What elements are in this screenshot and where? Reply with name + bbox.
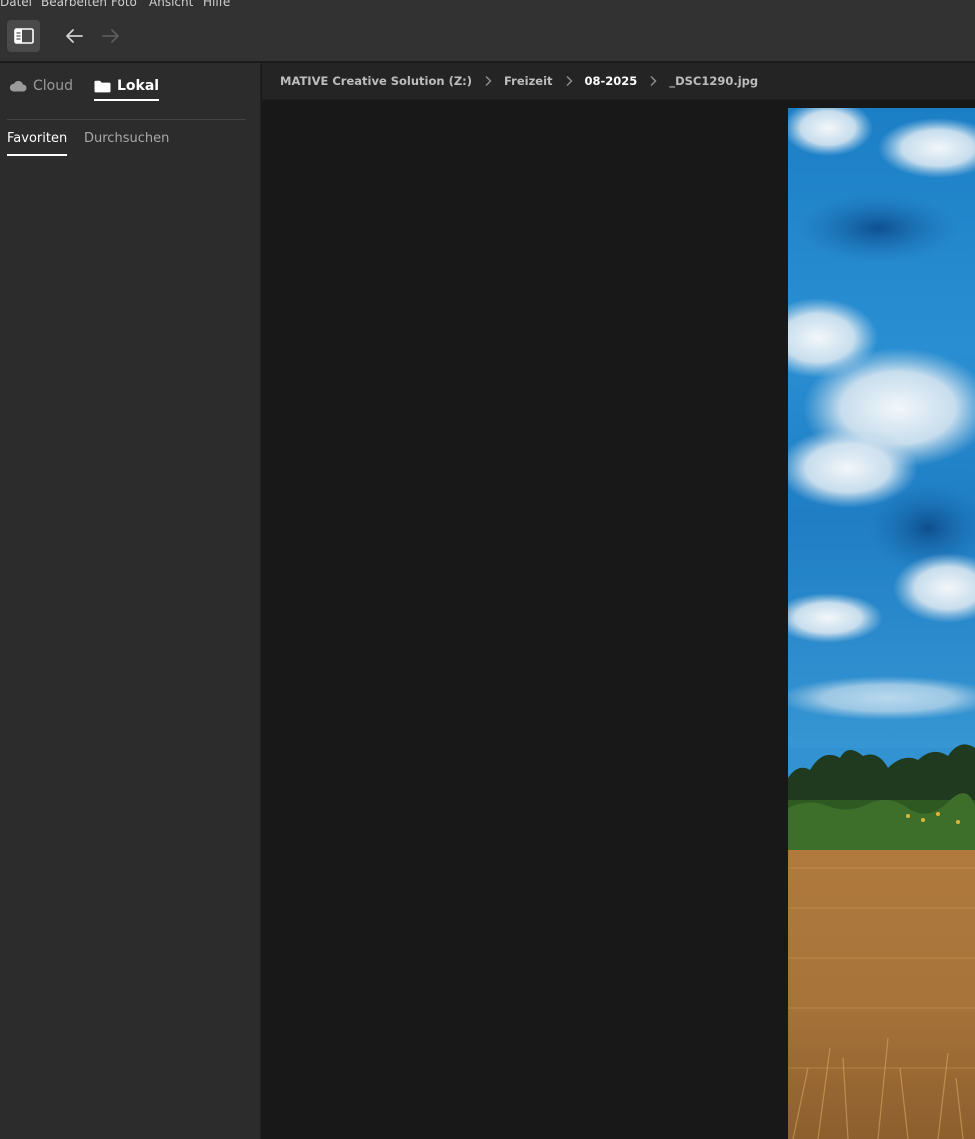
chevron-right-icon [649, 75, 657, 87]
breadcrumb-file[interactable]: _DSC1290.jpg [669, 74, 758, 88]
menu-hilfe[interactable]: Hilfe [203, 0, 230, 9]
folder-icon [94, 80, 111, 92]
menu-bearbeiten[interactable]: Bearbeiten [41, 0, 107, 9]
cloud-icon [9, 80, 27, 92]
sidebar: Cloud Lokal Favoriten Durchsuchen [0, 63, 261, 1139]
tab-cloud[interactable]: Cloud [9, 73, 73, 99]
toolbar [0, 12, 975, 62]
chevron-right-icon [484, 75, 492, 87]
tab-lokal-label: Lokal [117, 78, 160, 94]
tab-cloud-label: Cloud [33, 78, 73, 94]
breadcrumb-folder[interactable]: 08-2025 [585, 74, 638, 88]
tab-lokal[interactable]: Lokal [94, 73, 160, 101]
panel-toggle-icon [13, 28, 34, 44]
panel-toggle-button[interactable] [7, 20, 40, 52]
tab-favoriten[interactable]: Favoriten [7, 131, 68, 156]
photo-preview[interactable] [788, 108, 975, 1139]
menu-bar: Datei Bearbeiten Foto Ansicht Hilfe [0, 0, 975, 12]
breadcrumb: MATIVE Creative Solution (Z:) Freizeit 0… [262, 63, 975, 100]
sidebar-divider [7, 119, 246, 120]
photo-viewer [262, 100, 975, 1139]
app-window: Datei Bearbeiten Foto Ansicht Hilfe Clou… [0, 0, 975, 1139]
arrow-right-icon [102, 29, 119, 43]
menu-datei[interactable]: Datei [0, 0, 32, 9]
menu-foto[interactable]: Foto [111, 0, 137, 9]
forward-button[interactable] [98, 23, 124, 49]
tab-durchsuchen[interactable]: Durchsuchen [84, 131, 169, 153]
back-button[interactable] [61, 23, 87, 49]
chevron-right-icon [565, 75, 573, 87]
breadcrumb-drive[interactable]: MATIVE Creative Solution (Z:) [280, 74, 472, 88]
menu-ansicht[interactable]: Ansicht [149, 0, 193, 9]
arrow-left-icon [66, 29, 83, 43]
breadcrumb-freizeit[interactable]: Freizeit [504, 74, 552, 88]
